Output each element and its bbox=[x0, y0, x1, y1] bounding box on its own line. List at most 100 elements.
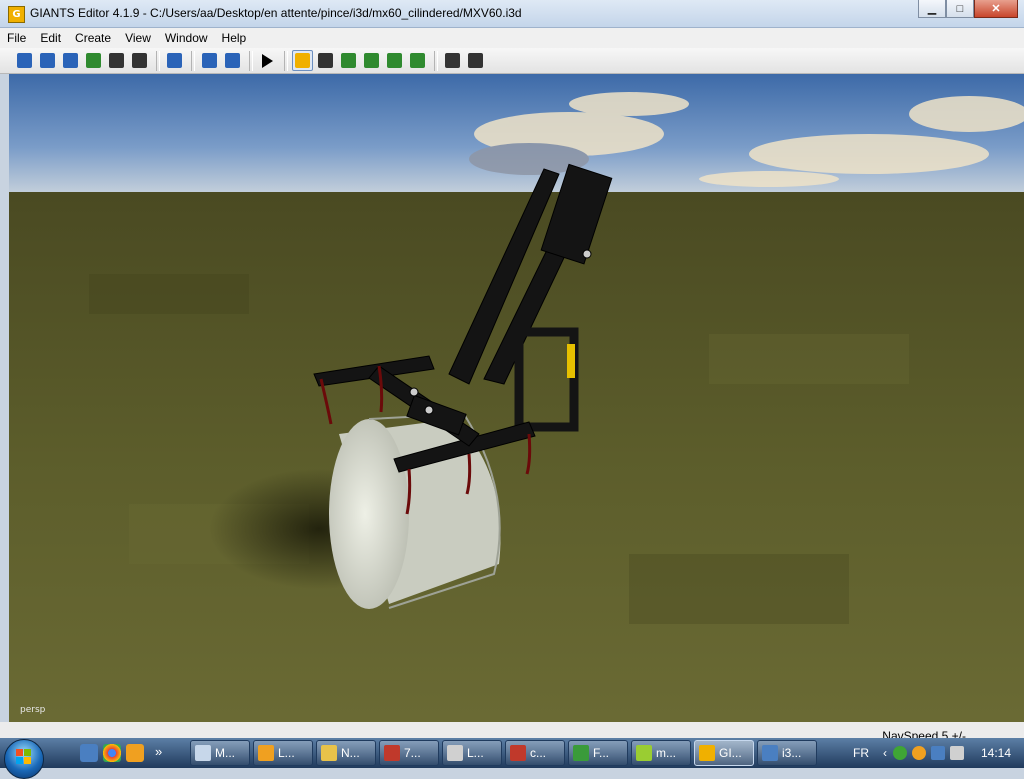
list-icon bbox=[63, 53, 78, 68]
taskbar-button[interactable]: m... bbox=[631, 740, 691, 766]
play-icon bbox=[262, 53, 273, 68]
list-button[interactable] bbox=[60, 50, 81, 71]
giants-logo-icon bbox=[699, 745, 715, 761]
close-button[interactable]: ✕ bbox=[974, 0, 1018, 18]
redo-button[interactable] bbox=[222, 50, 243, 71]
taskbar-button[interactable]: F... bbox=[568, 740, 628, 766]
menu-window[interactable]: Window bbox=[158, 28, 215, 48]
taskbar-button-label: L... bbox=[467, 746, 484, 760]
chrome-icon[interactable] bbox=[103, 744, 121, 762]
toolbar-separator bbox=[434, 50, 438, 71]
save-as-button[interactable] bbox=[129, 50, 150, 71]
main-toolbar bbox=[0, 48, 1024, 74]
chrome-icon bbox=[573, 745, 589, 761]
network-icon[interactable] bbox=[931, 746, 945, 760]
terrain-paint-icon bbox=[364, 53, 379, 68]
magnet-icon bbox=[318, 53, 333, 68]
taskbar-button[interactable]: 7... bbox=[379, 740, 439, 766]
taskbar-button-label: GI... bbox=[719, 746, 742, 760]
terrain-sculpt-icon bbox=[341, 53, 356, 68]
menu-bar: File Edit Create View Window Help bbox=[0, 28, 1024, 48]
taskbar-button[interactable]: M... bbox=[190, 740, 250, 766]
home-select-button[interactable] bbox=[292, 50, 313, 71]
redo-icon bbox=[225, 53, 240, 68]
reload-icon bbox=[86, 53, 101, 68]
media-player-icon[interactable] bbox=[126, 744, 144, 762]
folder-icon bbox=[321, 745, 337, 761]
caption-buttons: ▁ □ ✕ bbox=[918, 0, 1018, 18]
archive-icon bbox=[510, 745, 526, 761]
save-icon bbox=[109, 53, 124, 68]
play-button[interactable] bbox=[257, 50, 278, 71]
toolbar-separator bbox=[284, 50, 288, 71]
taskbar-button[interactable]: N... bbox=[316, 740, 376, 766]
quick-launch-more[interactable]: » bbox=[155, 744, 162, 762]
quick-launch: » bbox=[80, 744, 162, 762]
save-as-icon bbox=[132, 53, 147, 68]
import-icon bbox=[167, 53, 182, 68]
show-hidden-icons[interactable]: ‹ bbox=[883, 746, 887, 760]
giants-logo-icon[interactable]: G bbox=[8, 6, 25, 23]
taskbar-tasks: M... L... N... 7... L... c... F... m... GI... i3.… bbox=[190, 740, 820, 766]
editor-window: G GIANTS Editor 4.1.9 - C:/Users/aa/Desk… bbox=[0, 0, 1024, 743]
terrain-sculpt-button[interactable] bbox=[338, 50, 359, 71]
system-tray: FR ‹ 14:14 bbox=[845, 740, 1011, 766]
new-scene-button[interactable] bbox=[14, 50, 35, 71]
torrent-icon[interactable] bbox=[893, 746, 907, 760]
minimize-button[interactable]: ▁ bbox=[918, 0, 946, 18]
update-icon[interactable] bbox=[912, 746, 926, 760]
reload-button[interactable] bbox=[83, 50, 104, 71]
open-button[interactable] bbox=[37, 50, 58, 71]
windows-orb-icon[interactable] bbox=[4, 739, 44, 779]
import-button[interactable] bbox=[164, 50, 185, 71]
transform-gizmo-button[interactable] bbox=[442, 50, 463, 71]
desktop-icon[interactable] bbox=[80, 744, 98, 762]
notepad-icon bbox=[636, 745, 652, 761]
menu-help[interactable]: Help bbox=[215, 28, 254, 48]
toolbar-separator bbox=[249, 50, 253, 71]
camera-label: persp bbox=[20, 705, 46, 715]
status-bar bbox=[0, 722, 1024, 738]
language-indicator[interactable]: FR bbox=[853, 746, 869, 760]
3d-viewport[interactable] bbox=[9, 74, 1024, 722]
grass-paint-button[interactable] bbox=[407, 50, 428, 71]
taskbar-button-label: i3... bbox=[782, 746, 802, 760]
viewer-icon bbox=[762, 745, 778, 761]
taskbar-button[interactable]: L... bbox=[442, 740, 502, 766]
toolbar-separator bbox=[156, 50, 160, 71]
toolbar-separator bbox=[191, 50, 195, 71]
window-title: GIANTS Editor 4.1.9 - C:/Users/aa/Deskto… bbox=[30, 6, 522, 20]
clock[interactable]: 14:14 bbox=[981, 746, 1011, 760]
menu-view[interactable]: View bbox=[118, 28, 158, 48]
grass-paint-icon bbox=[410, 53, 425, 68]
taskbar-button[interactable]: L... bbox=[253, 740, 313, 766]
document-icon bbox=[195, 745, 211, 761]
menu-edit[interactable]: Edit bbox=[33, 28, 68, 48]
save-button[interactable] bbox=[106, 50, 127, 71]
taskbar-button[interactable]: i3... bbox=[757, 740, 817, 766]
taskbar-button[interactable]: GI... bbox=[694, 740, 754, 766]
maximize-button[interactable]: □ bbox=[946, 0, 974, 18]
foliage-paint-icon bbox=[387, 53, 402, 68]
title-bar[interactable]: G GIANTS Editor 4.1.9 - C:/Users/aa/Desk… bbox=[0, 0, 1024, 28]
archive-icon bbox=[384, 745, 400, 761]
media-player-icon bbox=[258, 745, 274, 761]
volume-icon[interactable] bbox=[950, 746, 964, 760]
home-select-icon bbox=[295, 53, 310, 68]
transform-gizmo-icon bbox=[445, 53, 460, 68]
menu-create[interactable]: Create bbox=[68, 28, 118, 48]
undo-icon bbox=[202, 53, 217, 68]
taskbar-button-label: L... bbox=[278, 746, 295, 760]
taskbar-button[interactable]: c... bbox=[505, 740, 565, 766]
undo-button[interactable] bbox=[199, 50, 220, 71]
taskbar-button-label: N... bbox=[341, 746, 360, 760]
taskbar-button-label: c... bbox=[530, 746, 547, 760]
scene-render[interactable] bbox=[9, 74, 1024, 722]
rotate-gizmo-button[interactable] bbox=[465, 50, 486, 71]
foliage-paint-button[interactable] bbox=[384, 50, 405, 71]
terrain-paint-button[interactable] bbox=[361, 50, 382, 71]
app-icon bbox=[447, 745, 463, 761]
menu-file[interactable]: File bbox=[0, 28, 33, 48]
taskbar-button-label: 7... bbox=[404, 746, 421, 760]
magnet-button[interactable] bbox=[315, 50, 336, 71]
